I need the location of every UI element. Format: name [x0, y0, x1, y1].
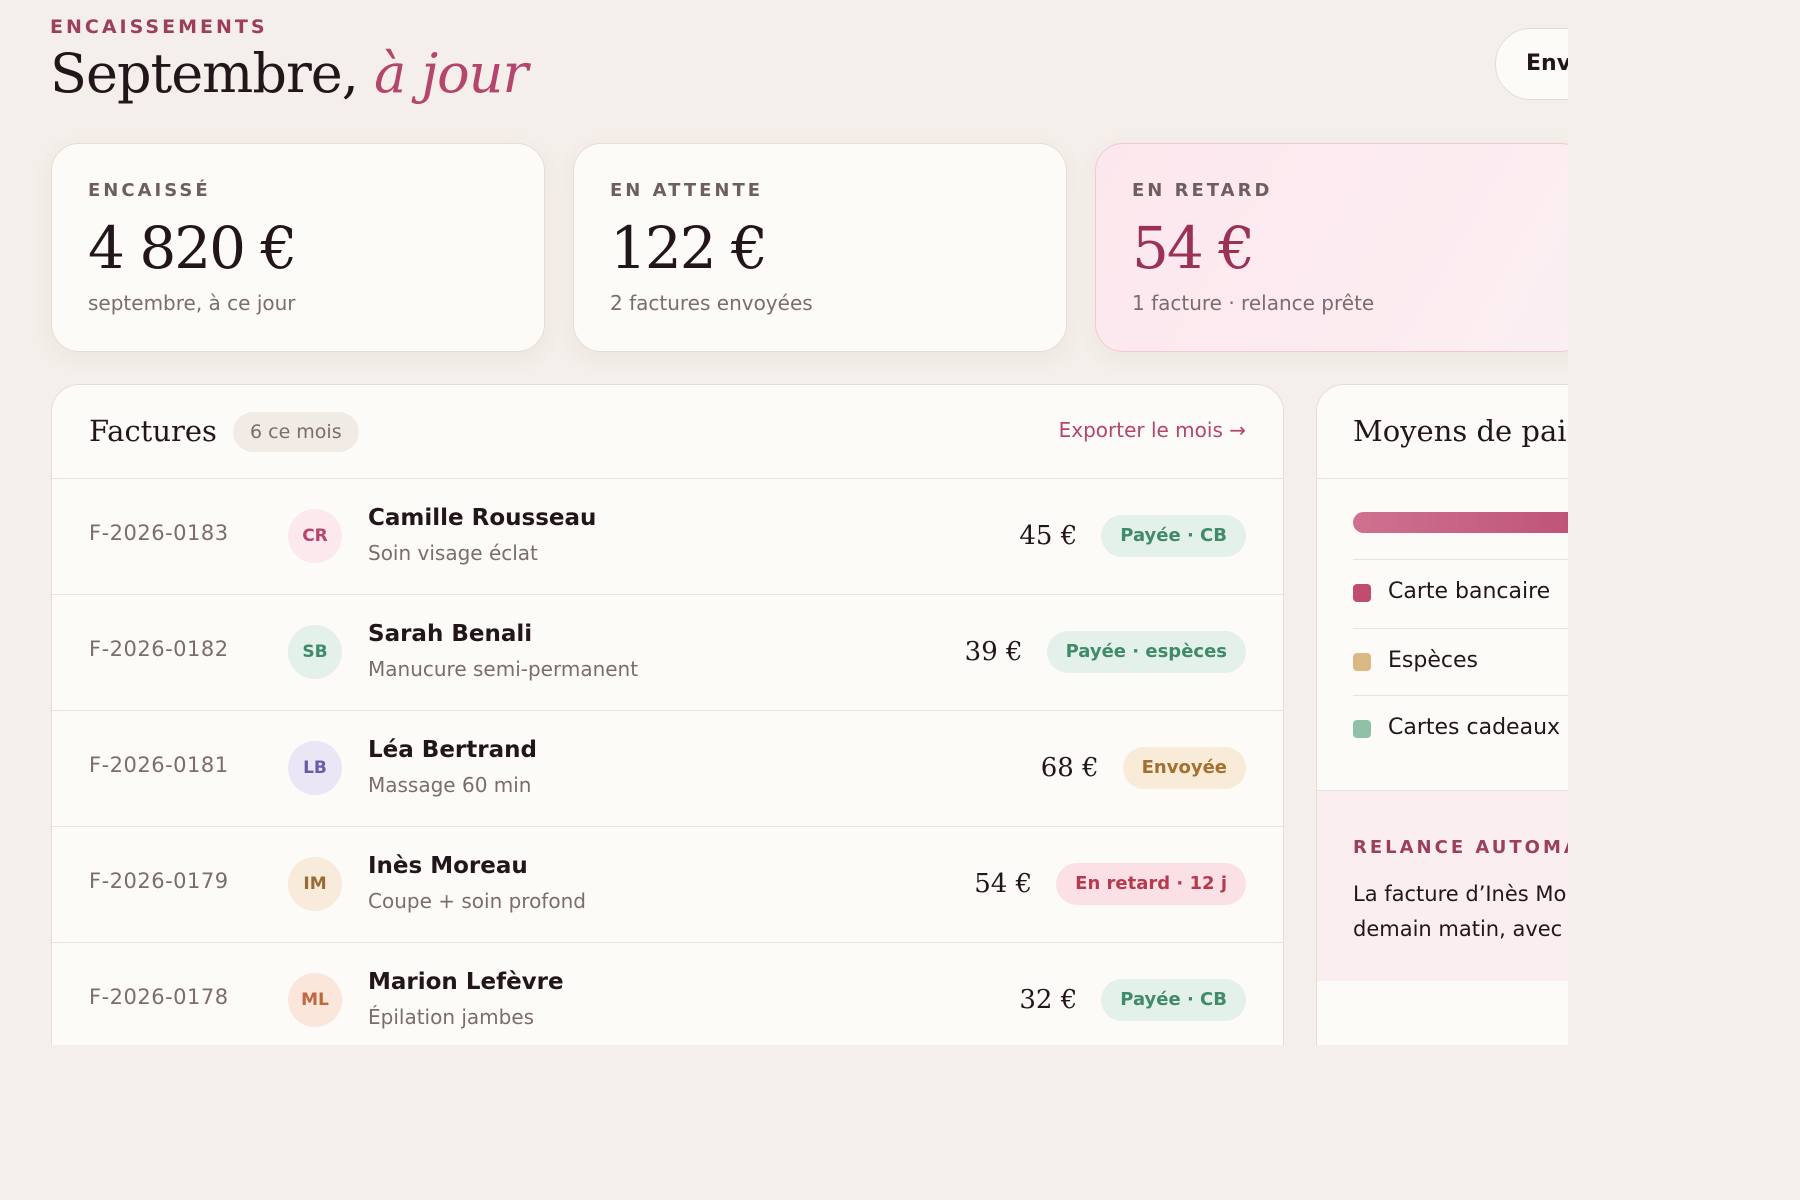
invoice-amount: 32 €: [1019, 985, 1078, 1015]
kpi-subtitle: 1 facture · relance prête: [1132, 291, 1375, 315]
section-eyebrow: ENCAISSEMENTS: [50, 16, 268, 38]
legend-item-card: Carte bancaire: [1353, 559, 1568, 626]
reminder-text-line: demain matin, avec: [1353, 917, 1563, 941]
legend-item-cash: Espèces: [1353, 628, 1568, 695]
invoice-id: F-2026-0179: [89, 869, 229, 893]
reminder-text: La facture d’Inès Mo demain matin, avec: [1353, 877, 1568, 947]
reminder-label: RELANCE AUTOMAT: [1353, 837, 1568, 858]
kpi-value: 122 €: [610, 214, 768, 282]
status-badge: Payée · CB: [1101, 979, 1246, 1021]
invoice-id: F-2026-0183: [89, 521, 229, 545]
client-name: Sarah Benali: [368, 621, 533, 647]
auto-reminder-card: RELANCE AUTOMAT La facture d’Inès Mo dem…: [1317, 790, 1568, 981]
invoice-amount: 39 €: [964, 637, 1023, 667]
legend-label: Carte bancaire: [1388, 579, 1551, 604]
kpi-card-pending: EN ATTENTE 122 € 2 factures envoyées: [573, 143, 1067, 352]
legend-swatch: [1353, 720, 1371, 738]
table-row[interactable]: F-2026-0183 CR Camille Rousseau Soin vis…: [52, 479, 1283, 595]
service-name: Manucure semi-permanent: [368, 657, 639, 681]
invoices-header: Factures 6 ce mois Exporter le mois →: [52, 385, 1283, 479]
table-row[interactable]: F-2026-0179 IM Inès Moreau Coupe + soin …: [52, 827, 1283, 943]
service-name: Soin visage éclat: [368, 541, 538, 565]
status-badge: Envoyée: [1122, 747, 1246, 789]
table-row[interactable]: F-2026-0181 LB Léa Bertrand Massage 60 m…: [52, 711, 1283, 827]
page-title-main: Septembre,: [50, 42, 359, 105]
invoice-amount: 54 €: [974, 869, 1033, 899]
payment-methods-title: Moyens de paie: [1353, 414, 1568, 448]
invoices-panel: Factures 6 ce mois Exporter le mois → F-…: [51, 384, 1284, 1045]
legend-label: Cartes cadeaux: [1388, 715, 1561, 740]
reminder-text-line: La facture d’Inès Mo: [1353, 882, 1567, 906]
status-badge: Payée · CB: [1101, 515, 1246, 557]
avatar: IM: [288, 857, 342, 911]
service-name: Massage 60 min: [368, 773, 532, 797]
kpi-subtitle: 2 factures envoyées: [610, 291, 813, 315]
legend-swatch: [1353, 653, 1371, 671]
invoice-id: F-2026-0181: [89, 753, 229, 777]
avatar: CR: [288, 509, 342, 563]
kpi-label: EN RETARD: [1132, 180, 1273, 201]
service-name: Épilation jambes: [368, 1005, 535, 1029]
payment-methods-header: Moyens de paie: [1317, 385, 1568, 479]
payment-methods-panel: Moyens de paie Carte bancaire Espèces Ca…: [1316, 384, 1568, 1045]
table-row[interactable]: F-2026-0178 ML Marion Lefèvre Épilation …: [52, 943, 1283, 1045]
table-row[interactable]: F-2026-0182 SB Sarah Benali Manucure sem…: [52, 595, 1283, 711]
send-button[interactable]: Env: [1495, 28, 1568, 100]
kpi-subtitle: septembre, à ce jour: [88, 291, 296, 315]
invoice-amount: 45 €: [1019, 521, 1078, 551]
kpi-card-late[interactable]: EN RETARD 54 € 1 facture · relance prête: [1095, 143, 1568, 352]
payment-split-bar: [1353, 512, 1568, 533]
avatar: ML: [288, 973, 342, 1027]
invoice-id: F-2026-0182: [89, 637, 229, 661]
client-name: Léa Bertrand: [368, 737, 537, 763]
legend-label: Espèces: [1388, 648, 1478, 673]
status-badge: En retard · 12 j: [1056, 863, 1246, 905]
avatar: LB: [288, 741, 342, 795]
invoice-amount: 68 €: [1040, 753, 1099, 783]
invoices-title: Factures: [89, 414, 217, 448]
kpi-label: ENCAISSÉ: [88, 180, 211, 201]
service-name: Coupe + soin profond: [368, 889, 586, 913]
kpi-value: 54 €: [1132, 214, 1255, 282]
payments-dashboard: ENCAISSEMENTS Septembre, à jour Env ENCA…: [0, 0, 1568, 1045]
legend-item-gift-cards: Cartes cadeaux: [1353, 695, 1568, 762]
client-name: Marion Lefèvre: [368, 969, 564, 995]
client-name: Camille Rousseau: [368, 505, 597, 531]
page-title: Septembre, à jour: [50, 42, 528, 105]
avatar: SB: [288, 625, 342, 679]
status-badge: Payée · espèces: [1046, 631, 1246, 673]
legend-swatch: [1353, 584, 1371, 602]
export-month-link[interactable]: Exporter le mois →: [1059, 418, 1246, 442]
invoice-id: F-2026-0178: [89, 985, 229, 1009]
kpi-value: 4 820 €: [88, 214, 297, 282]
page-title-accent: à jour: [374, 42, 528, 105]
kpi-card-collected: ENCAISSÉ 4 820 € septembre, à ce jour: [51, 143, 545, 352]
client-name: Inès Moreau: [368, 853, 528, 879]
invoices-count-badge: 6 ce mois: [233, 412, 359, 452]
kpi-label: EN ATTENTE: [610, 180, 764, 201]
